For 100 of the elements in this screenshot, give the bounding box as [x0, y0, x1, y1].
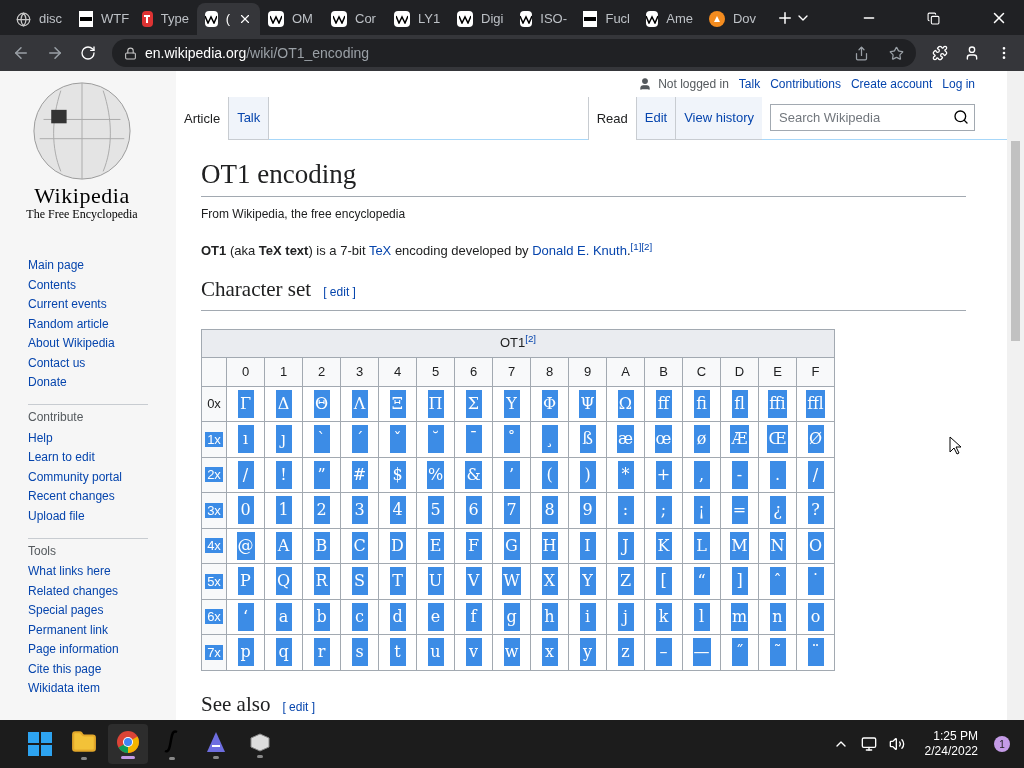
character-cell: fl — [731, 389, 748, 418]
reference-link[interactable]: [2] — [525, 333, 537, 345]
character-cell: w — [503, 638, 520, 667]
view-tab[interactable]: Edit — [635, 96, 676, 140]
character-cell: * — [617, 460, 634, 489]
character-cell: C — [351, 531, 368, 560]
character-cell: ˘ — [427, 425, 444, 454]
search-icon[interactable] — [953, 109, 969, 126]
character-cell: ¸ — [541, 425, 558, 454]
sidebar-link[interactable]: Help — [28, 430, 148, 446]
browser-tab[interactable]: ISO- — [512, 3, 575, 35]
browser-tab[interactable]: OM — [260, 3, 323, 35]
character-cell: 5 — [427, 496, 444, 525]
browser-tab[interactable]: Cor — [323, 3, 386, 35]
character-cell: ¡ — [693, 496, 710, 525]
character-cell: n — [769, 602, 786, 631]
character-cell: ) — [579, 460, 596, 489]
article-link[interactable]: TeX — [368, 242, 392, 258]
character-cell: ffl — [806, 389, 825, 418]
sidebar-heading: Tools — [28, 543, 57, 559]
sidebar-link[interactable]: Contact us — [28, 355, 176, 371]
puzzle-icon[interactable] — [932, 45, 948, 61]
view-tab[interactable]: View history — [675, 96, 762, 140]
taskbar-app[interactable] — [108, 724, 148, 764]
notification-badge[interactable]: 1 — [994, 736, 1010, 752]
character-cell: / — [237, 460, 254, 489]
sidebar-link[interactable]: Recent changes — [28, 489, 148, 504]
character-cell: H — [541, 531, 558, 560]
personal-link[interactable]: Talk — [738, 74, 761, 93]
tab-title: LY1 — [418, 10, 441, 29]
address-bar[interactable]: en.wikipedia.org/wiki/OT1_encoding — [112, 39, 916, 67]
browser-tab[interactable]: Type — [134, 3, 197, 35]
sidebar-link[interactable]: Current events — [28, 297, 176, 312]
character-cell: # — [351, 460, 368, 489]
share-icon[interactable] — [854, 45, 869, 61]
character-cell: Θ — [313, 389, 330, 418]
sidebar-link[interactable]: Wikidata item — [28, 681, 148, 696]
chrome-icon — [116, 729, 140, 754]
forward-icon[interactable] — [46, 44, 64, 62]
character-cell: Q — [275, 567, 292, 596]
character-cell: Γ — [237, 389, 254, 418]
browser-tab[interactable]: LY1 — [386, 3, 449, 35]
sidebar-link[interactable]: Permanent link — [28, 622, 148, 638]
character-cell: Ξ — [389, 389, 406, 418]
browser-tab[interactable]: ( — [197, 3, 260, 35]
search-field[interactable]: Search Wikipedia — [770, 104, 975, 132]
sidebar-link[interactable]: Related changes — [28, 583, 148, 599]
row-header: 5x — [205, 573, 223, 589]
star-icon[interactable] — [889, 45, 904, 61]
profile-icon[interactable] — [964, 45, 980, 61]
browser-tab[interactable]: Ame — [638, 3, 701, 35]
edit-link[interactable]: [ edit ] — [282, 697, 316, 716]
browser-tab[interactable]: Digi — [449, 3, 512, 35]
reference-link[interactable]: [2] — [641, 240, 653, 252]
character-cell: ? — [807, 496, 824, 525]
article-link[interactable]: Donald E. Knuth — [532, 242, 627, 258]
volume-icon[interactable] — [888, 736, 905, 752]
character-cell: ‘ — [237, 602, 254, 631]
sidebar-link[interactable]: Random article — [28, 316, 176, 332]
sidebar-link[interactable]: About Wikipedia — [28, 336, 176, 351]
tab-title: Type — [160, 10, 189, 29]
scrollbar[interactable] — [1007, 71, 1024, 720]
character-cell: Π — [427, 389, 444, 418]
close-icon[interactable] — [238, 12, 252, 26]
sidebar-link[interactable]: What links here — [28, 564, 148, 579]
section-heading: Character set — [201, 276, 312, 303]
wikipedia-wordmark: Wikipedia — [34, 185, 130, 207]
character-cell: B — [313, 531, 330, 560]
edit-link[interactable]: [ edit ] — [323, 283, 356, 301]
browser-tab[interactable]: disc — [8, 3, 71, 35]
user-icon — [638, 76, 653, 91]
character-cell: D — [389, 531, 406, 560]
personal-link[interactable]: Log in — [942, 74, 975, 93]
page-tab[interactable]: Talk — [229, 96, 270, 140]
character-cell: æ — [616, 425, 634, 454]
new-tab-icon[interactable] — [776, 9, 794, 27]
network-icon[interactable] — [860, 736, 877, 752]
character-cell: A — [275, 531, 292, 560]
sidebar-link[interactable]: Donate — [28, 375, 176, 390]
sidebar-link[interactable]: Page information — [28, 642, 148, 657]
restore-icon[interactable] — [927, 11, 940, 25]
browser-tab[interactable]: WTF — [71, 3, 134, 35]
sidebar-link[interactable]: Special pages — [28, 603, 148, 618]
sidebar-link[interactable]: Upload file — [28, 508, 148, 524]
back-icon[interactable] — [12, 44, 30, 62]
character-cell: ¯ — [465, 425, 482, 454]
character-cell: ’ — [503, 460, 520, 489]
character-cell: fi — [693, 389, 710, 418]
browser-tab[interactable]: Fucl — [575, 3, 638, 35]
sidebar-link[interactable]: Contents — [28, 277, 176, 293]
sidebar-link[interactable]: Cite this page — [28, 661, 148, 677]
browser-tab[interactable]: Dov — [701, 3, 764, 35]
character-cell: m — [730, 602, 749, 631]
sidebar-link[interactable]: Community portal — [28, 469, 148, 485]
personal-link[interactable]: Contributions — [770, 74, 841, 93]
personal-link[interactable]: Create account — [850, 74, 933, 93]
sidebar-link[interactable]: Learn to edit — [28, 450, 148, 465]
sidebar-link[interactable]: Main page — [28, 258, 176, 273]
w-logo-icon — [205, 11, 218, 27]
reload-icon[interactable] — [80, 45, 96, 61]
